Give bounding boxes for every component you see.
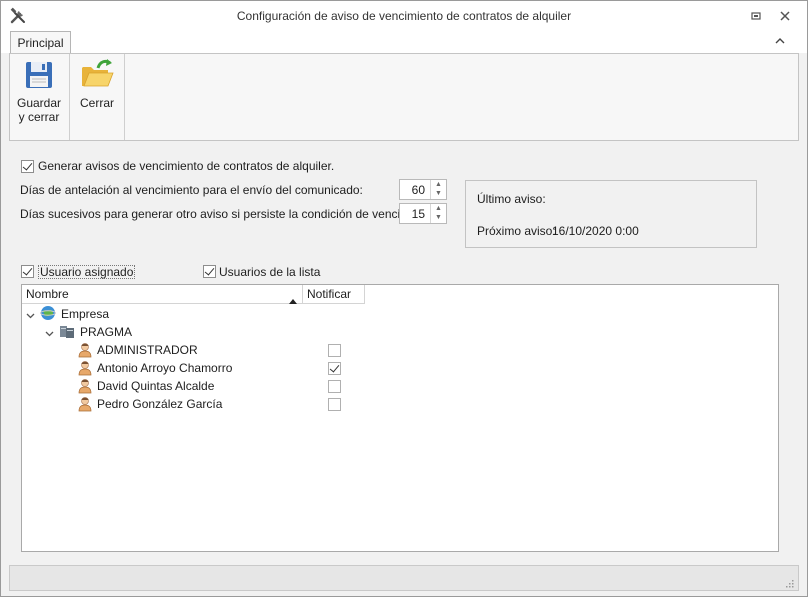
spinner-arrows[interactable]: ▲ ▼ [430,180,446,199]
save-and-close-button[interactable]: Guardar y cerrar [10,54,68,140]
tree-node-user[interactable]: David Quintas Alcalde [22,377,778,395]
save-label-line2: y cerrar [18,110,60,124]
assigned-user-label: Usuario asignado [38,265,136,279]
user-name: Antonio Arroyo Chamorro [97,361,233,375]
notify-checkbox[interactable] [328,398,341,411]
title-bar: Configuración de aviso de vencimiento de… [1,1,807,31]
user-name: Pedro González García [97,397,223,411]
column-nombre-label: Nombre [26,287,69,301]
user-name: ADMINISTRADOR [97,343,198,357]
status-bar [9,565,799,591]
window-title: Configuración de aviso de vencimiento de… [236,9,572,23]
close-window-button[interactable] [776,7,794,25]
list-users-label: Usuarios de la lista [219,265,321,279]
users-tree-grid: Nombre Notificar Empresa PRAGMA ADMINIST… [21,284,779,552]
column-header-nombre[interactable]: Nombre [22,285,303,304]
notify-checkbox[interactable] [328,380,341,393]
dialog-window: Configuración de aviso de vencimiento de… [0,0,808,597]
expand-chevron-icon[interactable] [26,309,35,323]
close-label: Cerrar [79,96,114,110]
column-notificar-label: Notificar [307,287,352,301]
tree-node-group[interactable]: PRAGMA [22,323,778,341]
days-repeat-label: Días sucesivos para generar otro aviso s… [20,207,440,221]
next-notice-label: Próximo aviso: [477,224,556,238]
close-button[interactable]: Cerrar [70,54,124,140]
user-icon [77,396,93,415]
ribbon-separator [124,54,125,140]
spinner-arrows[interactable]: ▲ ▼ [430,204,446,223]
save-label-line1: Guardar [16,96,62,110]
notify-checkbox[interactable] [328,344,341,357]
last-notice-label: Último aviso: [477,192,546,206]
list-users-checkbox[interactable] [203,265,216,278]
collapse-ribbon-icon[interactable] [773,34,787,48]
ribbon-tabstrip: Principal [1,31,807,54]
spin-up-icon[interactable]: ▲ [431,204,446,213]
spin-down-icon[interactable]: ▼ [431,213,446,222]
server-group-icon [59,324,75,342]
tree-node-user[interactable]: Antonio Arroyo Chamorro [22,359,778,377]
generate-notices-checkbox[interactable] [21,160,34,173]
tree-node-user[interactable]: Pedro González García [22,395,778,413]
next-notice-value: 16/10/2020 0:00 [552,224,639,238]
tab-principal[interactable]: Principal [10,31,71,54]
tree-node-company[interactable]: Empresa [22,305,778,323]
floppy-disk-icon [24,60,54,93]
spin-up-icon[interactable]: ▲ [431,180,446,189]
group-name: PRAGMA [80,325,133,339]
settings-panel: Generar avisos de vencimiento de contrat… [9,142,799,564]
days-repeat-value: 15 [411,207,425,221]
days-before-spinner[interactable]: 60 ▲ ▼ [399,179,447,200]
assigned-user-checkbox[interactable] [21,265,34,278]
generate-notices-label: Generar avisos de vencimiento de contrat… [38,159,335,173]
spin-down-icon[interactable]: ▼ [431,189,446,198]
tree-node-user[interactable]: ADMINISTRADOR [22,341,778,359]
notify-checkbox[interactable] [328,362,341,375]
globe-icon [40,305,56,324]
days-before-label: Días de antelación al vencimiento para e… [20,183,363,197]
days-repeat-spinner[interactable]: 15 ▲ ▼ [399,203,447,224]
resize-grip-icon[interactable] [784,577,794,588]
ribbon-panel: Guardar y cerrar Cerrar [9,53,799,141]
column-header-notificar[interactable]: Notificar [303,285,365,304]
days-before-value: 60 [411,183,425,197]
user-name: David Quintas Alcalde [97,379,215,393]
restore-button[interactable] [747,7,765,25]
company-name: Empresa [61,307,110,321]
notice-info-box: Último aviso: Próximo aviso: 16/10/2020 … [465,180,757,248]
open-folder-icon [80,58,114,93]
expand-chevron-icon[interactable] [45,327,54,341]
